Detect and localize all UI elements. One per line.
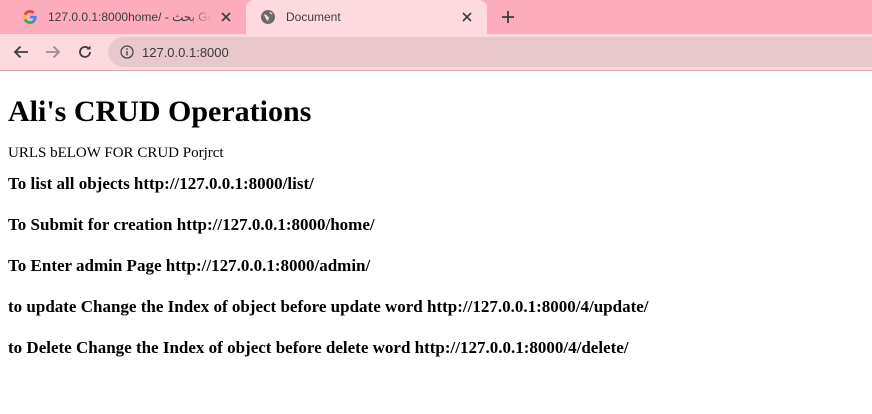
google-g-icon [22, 9, 38, 25]
close-icon[interactable] [218, 9, 234, 25]
new-tab-button[interactable] [499, 8, 517, 26]
tab-google-search[interactable]: 127.0.0.1:8000home/ - بحث Google [8, 0, 246, 34]
create-url-line: To Submit for creation http://127.0.0.1:… [8, 215, 375, 234]
browser-toolbar: 127.0.0.1:8000 [0, 34, 872, 70]
address-bar[interactable]: 127.0.0.1:8000 [108, 37, 872, 67]
delete-url-line: to Delete Change the Index of object bef… [8, 338, 629, 357]
tab-title: Document [286, 10, 341, 24]
page-content: Ali's CRUD Operations URLS bELOW FOR CRU… [0, 95, 872, 358]
arrow-left-icon [13, 45, 28, 59]
tab-document[interactable]: Document [246, 0, 487, 34]
plus-icon [502, 11, 514, 23]
reload-button[interactable] [74, 41, 96, 63]
page-subtitle: URLS bELOW FOR CRUD Porjrct [8, 145, 224, 161]
admin-url-line: To Enter admin Page http://127.0.0.1:800… [8, 256, 371, 275]
update-url-line: to update Change the Index of object bef… [8, 297, 649, 316]
reload-icon [79, 45, 91, 58]
url-text: 127.0.0.1:8000 [142, 44, 229, 60]
toolbar-divider [0, 70, 872, 71]
arrow-right-icon [46, 45, 61, 59]
close-icon[interactable] [459, 9, 475, 25]
page-title: Ali's CRUD Operations [8, 95, 312, 128]
forward-button[interactable] [42, 41, 64, 63]
info-icon[interactable] [120, 45, 134, 59]
tab-strip: 127.0.0.1:8000home/ - بحث Google Documen… [0, 0, 872, 34]
globe-icon [260, 9, 276, 25]
tab-title: 127.0.0.1:8000home/ - بحث Google [48, 10, 212, 24]
back-button[interactable] [10, 41, 32, 63]
list-url-line: To list all objects http://127.0.0.1:800… [8, 174, 314, 193]
